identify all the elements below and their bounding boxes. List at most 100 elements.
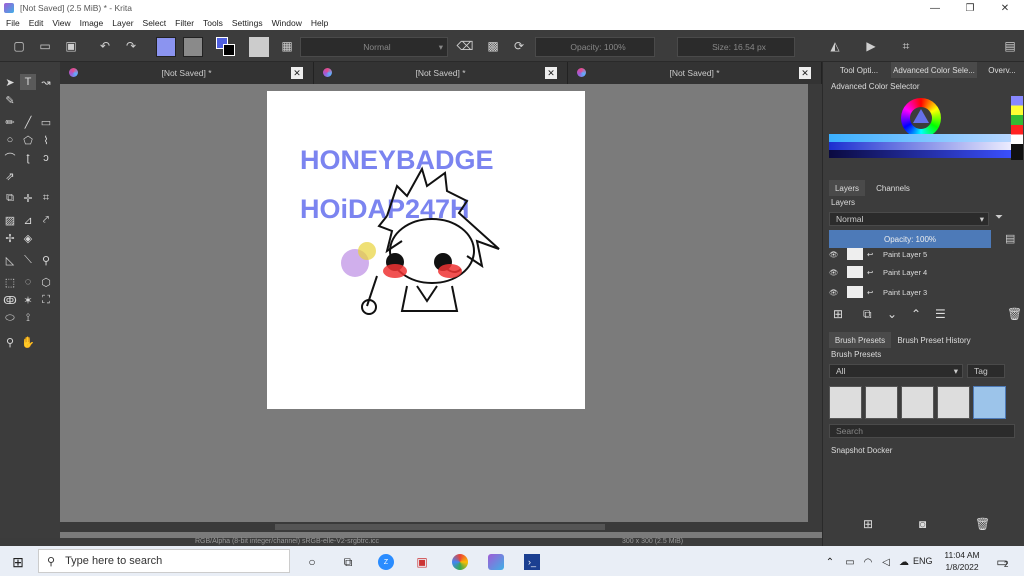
fg-bg-color-icon[interactable]	[216, 37, 236, 57]
value-slider[interactable]	[829, 150, 1013, 158]
brush-filter-select[interactable]: All ▾	[829, 364, 963, 378]
duplicate-layer-icon[interactable]: ⧉	[863, 307, 872, 322]
gradient-tool-icon[interactable]: ▨	[2, 212, 18, 228]
color-picker-icon[interactable]: ⊿	[20, 212, 36, 228]
cortana-icon[interactable]: ○	[304, 554, 320, 570]
select-shapes-icon[interactable]: ➤	[2, 74, 18, 90]
tab-advanced-color-selector[interactable]: Advanced Color Sele...	[891, 62, 977, 78]
add-snapshot-icon[interactable]: ⊞	[863, 517, 873, 531]
similar-select-icon[interactable]: ⛶	[38, 292, 54, 308]
freehand-brush-icon[interactable]: ✏	[2, 114, 18, 130]
ellipse-tool-icon[interactable]: ○	[2, 132, 18, 148]
menu-window[interactable]: Window	[272, 18, 302, 28]
menu-settings[interactable]: Settings	[232, 18, 263, 28]
close-tab-icon[interactable]: ✕	[291, 67, 303, 79]
tab-channels[interactable]: Channels	[871, 180, 915, 196]
mirror-horizontal-icon[interactable]: ◭	[826, 37, 844, 55]
eye-icon[interactable]: 👁	[829, 268, 843, 277]
menu-help[interactable]: Help	[311, 18, 328, 28]
eye-icon[interactable]: 👁	[829, 288, 843, 297]
add-layer-icon[interactable]: ⊞	[833, 307, 843, 321]
measure-tool-icon[interactable]: ◺	[2, 252, 18, 268]
redo-icon[interactable]: ↷	[122, 37, 140, 55]
crop-tool-icon[interactable]: ⌗	[38, 190, 54, 206]
eraser-icon[interactable]: ⌫	[456, 37, 474, 55]
color-history-swatches[interactable]	[1011, 96, 1023, 160]
close-button[interactable]: ✕	[990, 0, 1020, 16]
mirror-vertical-icon[interactable]: ▶	[862, 37, 880, 55]
pin-tool-icon[interactable]: ⚲	[38, 252, 54, 268]
workspaces-icon[interactable]: ▦	[278, 37, 296, 55]
contiguous-select-icon[interactable]: ✶	[20, 292, 36, 308]
close-tab-icon[interactable]: ✕	[799, 67, 811, 79]
brush-search-input[interactable]: Search	[829, 424, 1015, 438]
zalo-app-icon[interactable]: Z	[378, 554, 394, 570]
fill-gradient-swatch[interactable]	[156, 37, 176, 57]
move-down-icon[interactable]: ⌄	[887, 307, 897, 321]
tab-tool-options[interactable]: Tool Opti...	[829, 62, 889, 78]
tab-brush-preset-history[interactable]: Brush Preset History	[895, 332, 973, 348]
ellipse-select-icon[interactable]: ◌	[20, 274, 36, 290]
wifi-icon[interactable]: ◠	[860, 554, 876, 570]
calligraphy-icon[interactable]: ✎	[2, 92, 18, 108]
edit-shapes-icon[interactable]: ↝	[38, 74, 54, 90]
brush-preset-item-selected[interactable]	[973, 386, 1006, 419]
reference-tool-icon[interactable]: ⟍	[20, 252, 36, 268]
brush-preset-item[interactable]	[829, 386, 862, 419]
tab-document-3[interactable]: [Not Saved] * ✕	[568, 62, 822, 84]
menu-filter[interactable]: Filter	[175, 18, 194, 28]
assistant-tool-icon[interactable]: ✢	[2, 230, 18, 246]
color-wheel[interactable]	[901, 98, 941, 138]
canvas-area[interactable]: [Not Saved] * ✕ [Not Saved] * ✕ [Not Saved…	[60, 62, 822, 538]
volume-icon[interactable]: ◁	[878, 554, 894, 570]
menu-file[interactable]: File	[6, 18, 20, 28]
pan-tool-icon[interactable]: ✋	[20, 334, 36, 350]
minimize-button[interactable]: —	[920, 0, 950, 16]
brush-preset-item[interactable]	[937, 386, 970, 419]
menu-image[interactable]: Image	[80, 18, 104, 28]
scroll-thumb[interactable]	[275, 524, 605, 530]
layer-row[interactable]: 👁 ↩ Paint Layer 3	[829, 282, 1009, 302]
freehand-path-icon[interactable]: ʈ	[20, 150, 36, 166]
menu-edit[interactable]: Edit	[29, 18, 44, 28]
tab-document-2[interactable]: [Not Saved] * ✕	[314, 62, 568, 84]
rectangle-tool-icon[interactable]: ▭	[38, 114, 54, 130]
eye-icon[interactable]: 👁	[829, 250, 843, 259]
tab-brush-presets[interactable]: Brush Presets	[829, 332, 891, 348]
chrome-icon[interactable]	[452, 554, 468, 570]
reload-preset-icon[interactable]: ⟳	[510, 37, 528, 55]
pattern-swatch[interactable]	[183, 37, 203, 57]
menu-tools[interactable]: Tools	[203, 18, 223, 28]
multibrush-icon[interactable]: ⇗	[2, 168, 18, 184]
bezier-select-icon[interactable]: ⬭	[2, 310, 18, 326]
hue-slider[interactable]	[829, 134, 1013, 142]
alpha-lock-icon[interactable]: ▩	[484, 37, 502, 55]
size-slider[interactable]: Size: 16.54 px	[677, 37, 795, 57]
windows-start-icon[interactable]: ⊞	[10, 554, 26, 570]
zoom-tool-icon[interactable]: ⚲	[2, 334, 18, 350]
menu-view[interactable]: View	[52, 18, 70, 28]
vertical-scrollbar[interactable]	[808, 84, 822, 522]
tab-layers[interactable]: Layers	[829, 180, 865, 196]
layer-settings-icon[interactable]: ☰	[935, 307, 946, 321]
polyline-tool-icon[interactable]: ⌇	[38, 132, 54, 148]
blend-mode-select[interactable]: Normal ▾	[300, 37, 448, 57]
tab-document-1[interactable]: [Not Saved] * ✕	[60, 62, 314, 84]
freehand-select-icon[interactable]: ↂ	[2, 292, 18, 308]
move-tool-icon[interactable]: ✛	[20, 190, 36, 206]
camera-icon[interactable]: ◙	[919, 517, 926, 531]
menu-select[interactable]: Select	[143, 18, 167, 28]
tray-chevron-icon[interactable]: ⌃	[822, 554, 838, 570]
smart-patch-icon[interactable]: ⤤	[38, 212, 54, 228]
maximize-button[interactable]: ❐	[955, 0, 985, 16]
bezier-tool-icon[interactable]: ⌒	[2, 150, 18, 166]
brush-preset-item[interactable]	[901, 386, 934, 419]
input-language[interactable]: ENG	[913, 556, 933, 566]
opacity-slider[interactable]: Opacity: 100%	[535, 37, 655, 57]
fill-tool-icon[interactable]: ◈	[20, 230, 36, 246]
battery-icon[interactable]: ▭	[842, 554, 858, 570]
magnetic-select-icon[interactable]: ⟟	[20, 310, 36, 326]
text-tool-icon[interactable]: T	[20, 74, 36, 90]
docker-menu-icon[interactable]: ▤	[1001, 37, 1019, 55]
transform-tool-icon[interactable]: ⧉	[2, 190, 18, 206]
